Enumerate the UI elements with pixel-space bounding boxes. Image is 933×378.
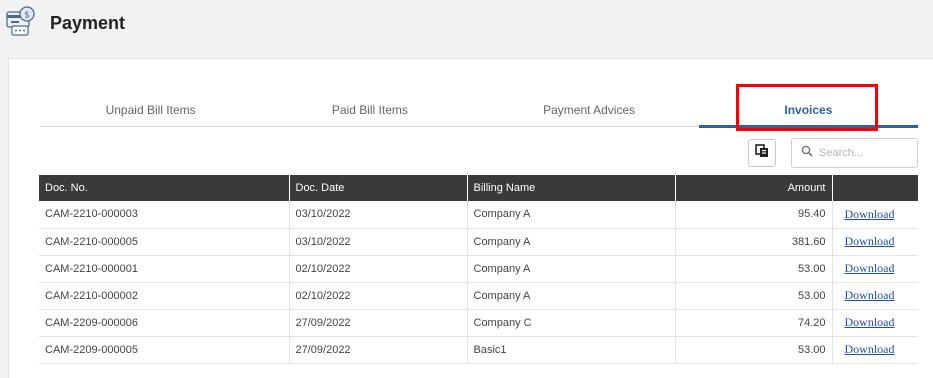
table-row: CAM-2210-000003 03/10/2022 Company A 95.… bbox=[39, 201, 918, 229]
column-header-action bbox=[832, 175, 918, 201]
action-cell: Download bbox=[832, 255, 918, 283]
amount-cell: 381.60 bbox=[675, 228, 833, 256]
doc-date-cell: 27/09/2022 bbox=[289, 309, 468, 337]
table-row: CAM-2210-000005 03/10/2022 Company A 381… bbox=[39, 228, 918, 256]
billing-name-cell: Basic1 bbox=[467, 336, 676, 364]
action-cell: Download bbox=[832, 336, 918, 364]
column-header-billing-name[interactable]: Billing Name bbox=[467, 175, 676, 201]
tab-payment-advices[interactable]: Payment Advices bbox=[480, 99, 699, 126]
search-icon bbox=[801, 144, 813, 162]
amount-cell: 74.20 bbox=[675, 309, 833, 337]
doc-no-cell: CAM-2209-000005 bbox=[39, 336, 290, 364]
doc-no-cell: CAM-2210-000005 bbox=[39, 228, 290, 256]
doc-date-cell: 02/10/2022 bbox=[289, 282, 468, 310]
doc-date-cell: 27/09/2022 bbox=[289, 336, 468, 364]
tab-paid-bill-items[interactable]: Paid Bill Items bbox=[260, 99, 479, 126]
download-link[interactable]: Download bbox=[845, 234, 895, 248]
doc-no-cell: CAM-2210-000001 bbox=[39, 255, 290, 283]
doc-no-cell: CAM-2210-000003 bbox=[39, 201, 290, 229]
table-row: CAM-2210-000001 02/10/2022 Company A 53.… bbox=[39, 255, 918, 283]
action-cell: Download bbox=[832, 282, 918, 310]
invoices-panel: Unpaid Bill Items Paid Bill Items Paymen… bbox=[8, 58, 933, 378]
amount-cell: 95.40 bbox=[675, 201, 833, 229]
action-cell: Download bbox=[832, 309, 918, 337]
billing-name-cell: Company A bbox=[467, 282, 676, 310]
download-link[interactable]: Download bbox=[845, 288, 895, 302]
search-box[interactable] bbox=[791, 138, 918, 168]
column-header-doc-date[interactable]: Doc. Date bbox=[289, 175, 468, 201]
invoices-table: Doc. No. Doc. Date Billing Name Amount C… bbox=[39, 175, 918, 364]
copy-button[interactable] bbox=[748, 139, 776, 167]
doc-date-cell: 03/10/2022 bbox=[289, 201, 468, 229]
doc-date-cell: 02/10/2022 bbox=[289, 255, 468, 283]
action-cell: Download bbox=[832, 201, 918, 229]
column-header-amount[interactable]: Amount bbox=[675, 175, 833, 201]
download-link[interactable]: Download bbox=[845, 261, 895, 275]
download-link[interactable]: Download bbox=[845, 342, 895, 356]
download-link[interactable]: Download bbox=[845, 315, 895, 329]
table-row: CAM-2209-000006 27/09/2022 Company C 74.… bbox=[39, 309, 918, 337]
amount-cell: 53.00 bbox=[675, 336, 833, 364]
page-header: $ Payment bbox=[0, 0, 933, 58]
table-header-row: Doc. No. Doc. Date Billing Name Amount bbox=[39, 175, 918, 201]
payment-card-icon: $ bbox=[4, 4, 38, 38]
amount-cell: 53.00 bbox=[675, 255, 833, 283]
doc-no-cell: CAM-2210-000002 bbox=[39, 282, 290, 310]
download-link[interactable]: Download bbox=[845, 207, 895, 221]
highlight-annotation-box bbox=[736, 84, 878, 131]
tab-unpaid-bill-items[interactable]: Unpaid Bill Items bbox=[41, 99, 260, 126]
column-header-doc-no[interactable]: Doc. No. bbox=[39, 175, 290, 201]
billing-name-cell: Company C bbox=[467, 309, 676, 337]
copy-icon bbox=[755, 143, 769, 163]
table-row: CAM-2210-000002 02/10/2022 Company A 53.… bbox=[39, 282, 918, 310]
table-row: CAM-2209-000005 27/09/2022 Basic1 53.00 … bbox=[39, 336, 918, 364]
search-input[interactable] bbox=[819, 147, 909, 159]
billing-name-cell: Company A bbox=[467, 228, 676, 256]
doc-date-cell: 03/10/2022 bbox=[289, 228, 468, 256]
action-cell: Download bbox=[832, 228, 918, 256]
amount-cell: 53.00 bbox=[675, 282, 833, 310]
doc-no-cell: CAM-2209-000006 bbox=[39, 309, 290, 337]
billing-name-cell: Company A bbox=[467, 201, 676, 229]
page-title: Payment bbox=[50, 13, 126, 33]
svg-text:$: $ bbox=[24, 11, 30, 21]
billing-name-cell: Company A bbox=[467, 255, 676, 283]
